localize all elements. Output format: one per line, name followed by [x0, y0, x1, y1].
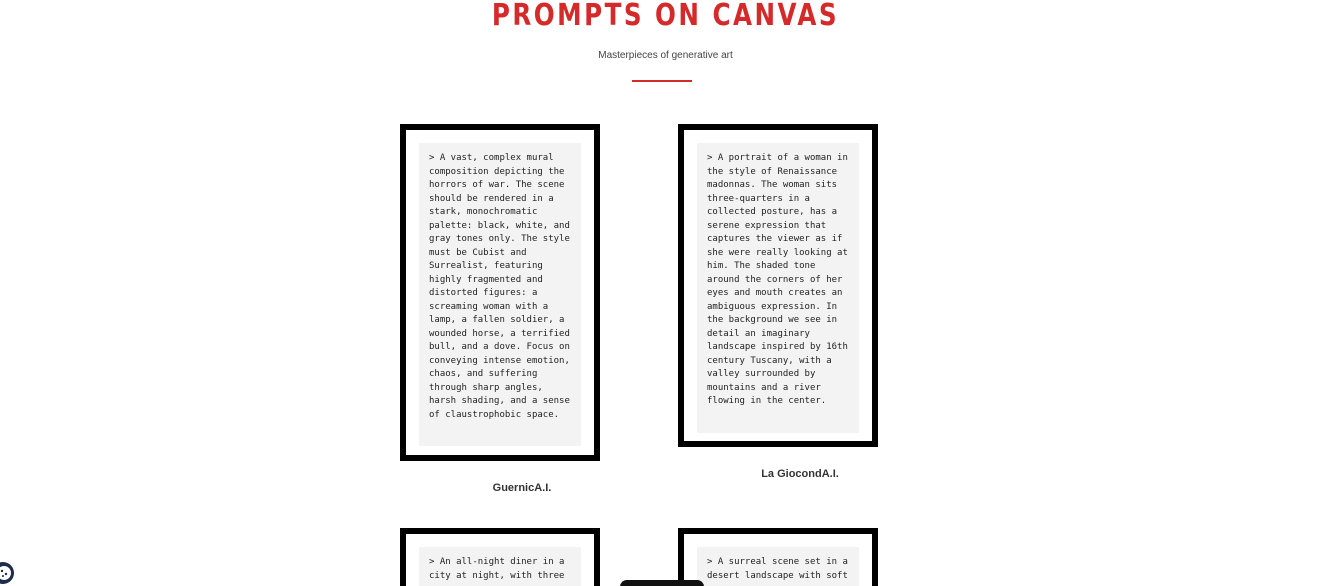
- artwork-prompt-text: > A surreal scene set in a desert landsc…: [697, 547, 859, 586]
- artwork-frame-desert[interactable]: > A surreal scene set in a desert landsc…: [678, 528, 878, 586]
- artwork-prompt-text: > A portrait of a woman in the style of …: [697, 143, 859, 433]
- artwork-title: GuernicA.I.: [492, 482, 552, 494]
- title-divider: [632, 80, 692, 82]
- page-title: PROMPTS ON CANVAS: [491, 0, 840, 33]
- artwork-frame-diner[interactable]: > An all-night diner in a city at night,…: [400, 528, 600, 586]
- artwork-frame-guernica[interactable]: > A vast, complex mural composition depi…: [400, 124, 600, 461]
- artwork-title: La GiocondA.I.: [761, 468, 839, 480]
- cookie-settings-button[interactable]: [0, 562, 14, 584]
- artwork-prompt-text: > An all-night diner in a city at night,…: [419, 547, 581, 586]
- floating-toolbar[interactable]: [620, 580, 704, 586]
- cookie-icon: [0, 562, 14, 584]
- artwork-prompt-text: > A vast, complex mural composition depi…: [419, 143, 581, 446]
- page-subtitle: Masterpieces of generative art: [598, 50, 733, 61]
- artwork-frame-gioconda[interactable]: > A portrait of a woman in the style of …: [678, 124, 878, 447]
